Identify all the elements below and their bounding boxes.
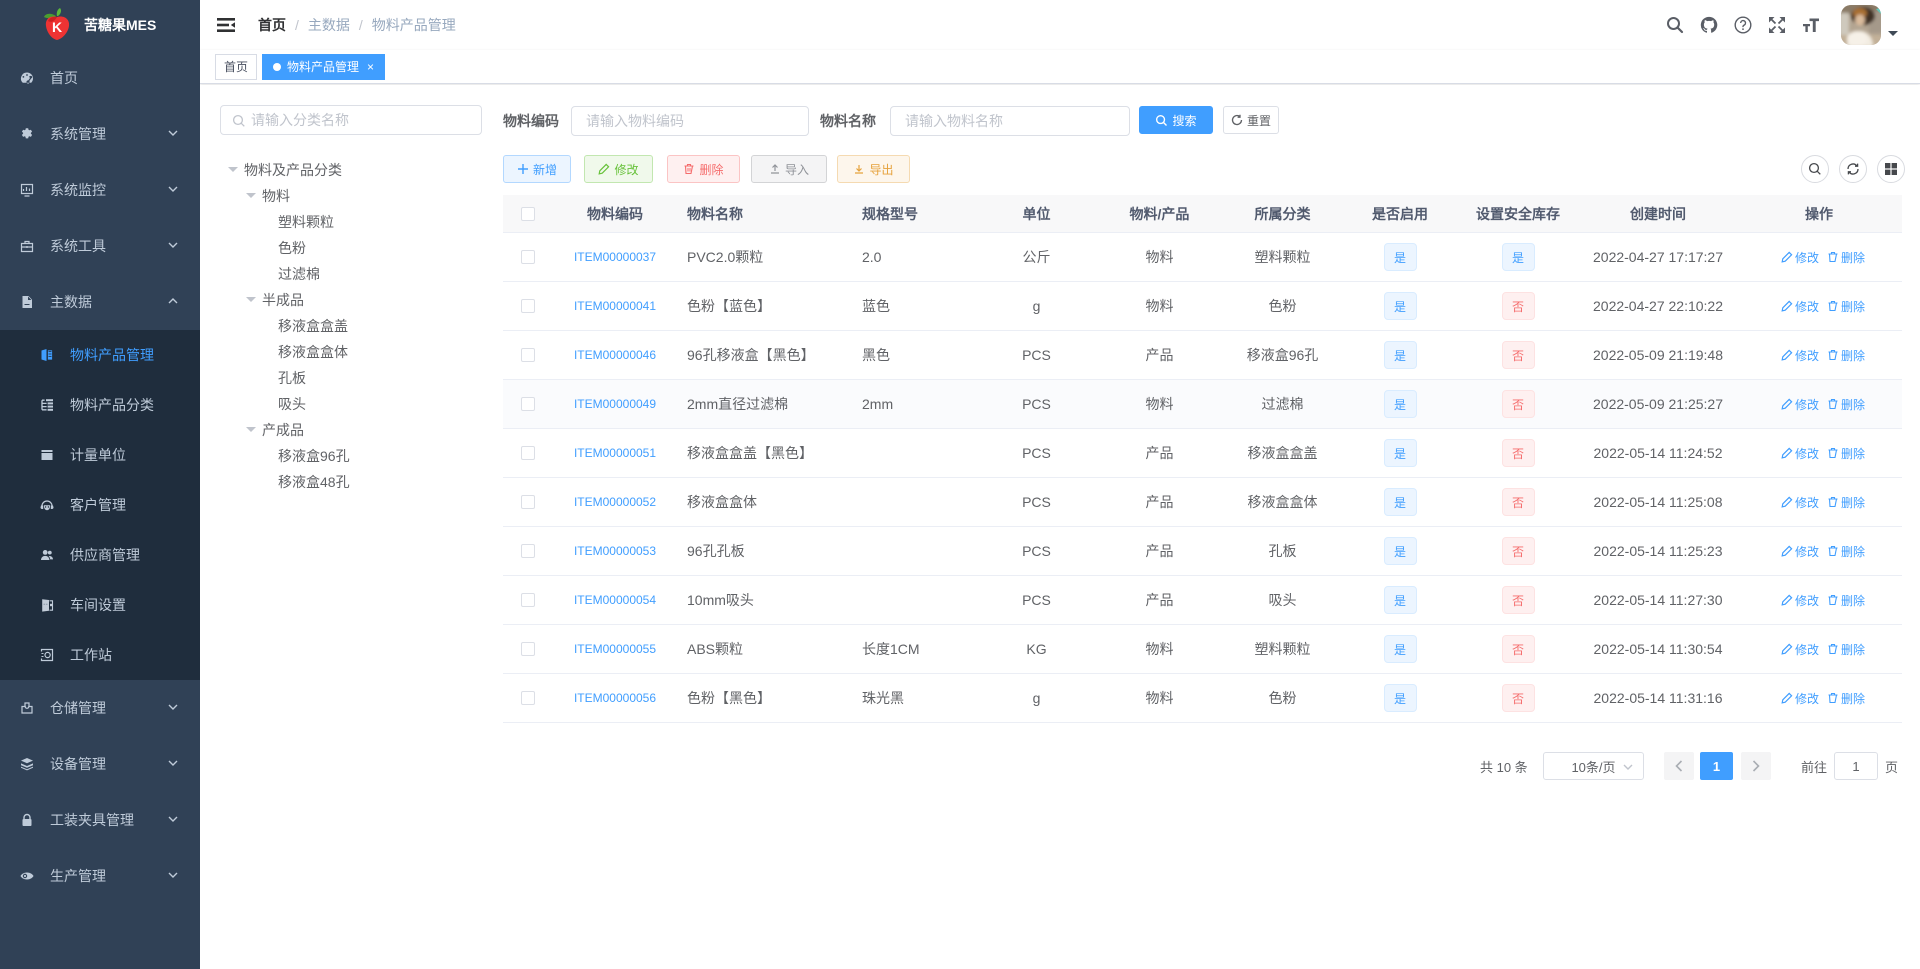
svg-text:K: K	[52, 19, 62, 35]
